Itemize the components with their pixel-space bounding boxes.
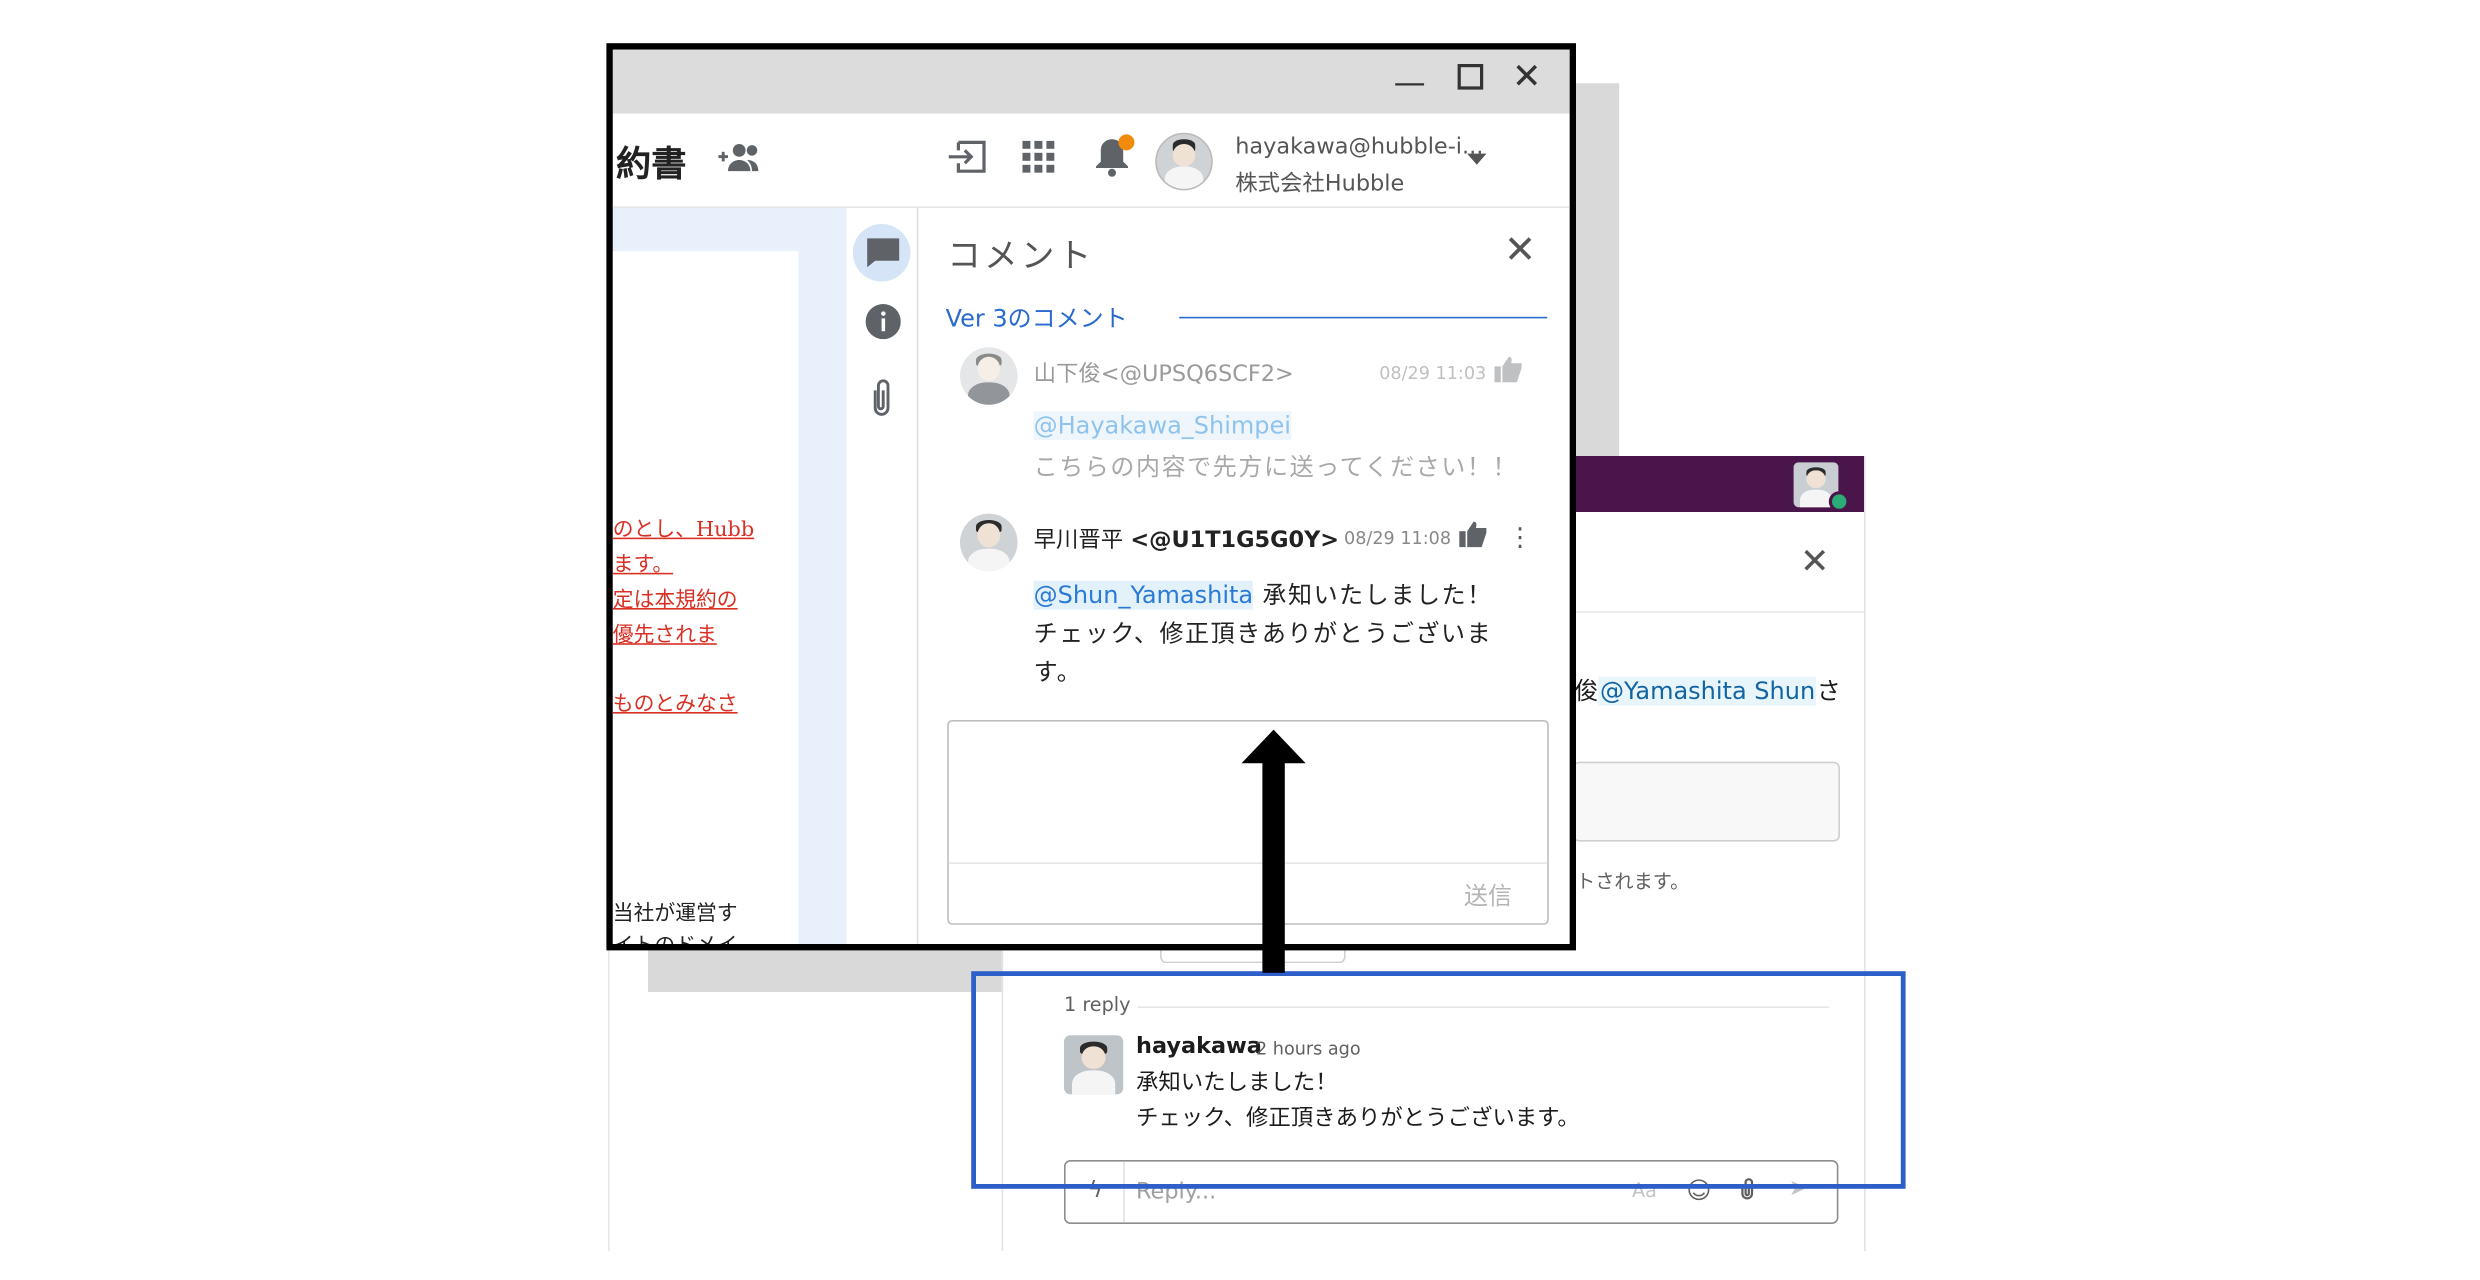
- user-organization: 株式会社Hubble: [1235, 171, 1405, 197]
- comment-text: @Shun_Yamashita 承知いたしました！: [1033, 578, 1493, 612]
- document-title: 約書: [616, 145, 687, 186]
- comment-timestamp: 08/29 11:08: [1344, 528, 1452, 549]
- slack-message-text: 俊 @Yamashita Shun さ: [1574, 674, 1841, 708]
- info-icon[interactable]: [865, 304, 901, 346]
- window-titlebar: — ✕: [612, 49, 1570, 114]
- comment-timestamp: 08/29 11:03: [1379, 363, 1487, 384]
- user-mention[interactable]: @Yamashita Shun: [1598, 677, 1817, 706]
- minimize-icon[interactable]: —: [1394, 62, 1426, 100]
- doc-text: イトのドメイ: [612, 934, 738, 951]
- side-icon-rail: [846, 208, 919, 945]
- message-prefix: 俊: [1574, 676, 1599, 706]
- user-mention[interactable]: @Shun_Yamashita: [1033, 581, 1254, 610]
- version-label[interactable]: Ver 3のコメント: [946, 301, 1128, 335]
- comment-mention-line: @Hayakawa_Shimpei: [1033, 411, 1291, 440]
- close-icon[interactable]: ✕: [1800, 543, 1830, 582]
- document-page: のとし、Hubb ます。 定は本規約の 優先されま ものとみなさ 当社が運営す …: [612, 251, 799, 951]
- share-note: トされます。: [1576, 870, 1690, 893]
- notification-dot: [1118, 134, 1135, 151]
- presence-indicator: [1828, 491, 1850, 512]
- comment-text: こちらの内容で先方に送ってください！！: [1033, 452, 1519, 482]
- author-name: 早川晋平: [1033, 528, 1124, 554]
- arrow-up-icon: [1241, 729, 1306, 764]
- thumbs-up-icon[interactable]: [1494, 356, 1523, 389]
- comment-text: す。: [1033, 657, 1083, 687]
- message-suffix: さ: [1816, 676, 1841, 706]
- arrow-shaft: [1262, 755, 1285, 973]
- chevron-down-icon[interactable]: [1467, 153, 1487, 165]
- doc-text-red[interactable]: 定は本規約の: [613, 582, 738, 613]
- doc-text-red[interactable]: 優先されま: [613, 618, 717, 648]
- shared-file-box[interactable]: [1572, 761, 1840, 842]
- comments-panel: コメント ✕ Ver 3のコメント 山下俊<@UPSQ6SCF2> 08/29 …: [918, 208, 1570, 945]
- document-canvas: のとし、Hubb ます。 定は本規約の 優先されま ものとみなさ 当社が運営す …: [612, 208, 847, 951]
- comment-author: 早川晋平 <@U1T1G5G0Y>: [1034, 523, 1339, 555]
- avatar[interactable]: [960, 513, 1018, 572]
- doc-text-red[interactable]: ます。: [613, 547, 673, 578]
- doc-text-red[interactable]: ものとみなさ: [613, 686, 738, 717]
- author-id: <@U1T1G5G0Y>: [1130, 528, 1340, 554]
- version-divider: [1179, 316, 1548, 319]
- user-mention[interactable]: @Hayakawa_Shimpei: [1033, 411, 1291, 440]
- highlight-frame: [971, 971, 1906, 1189]
- doc-text: 当社が運営す: [612, 902, 738, 927]
- apps-grid-icon[interactable]: [1022, 140, 1055, 179]
- avatar[interactable]: [960, 347, 1018, 405]
- comment-author: 山下俊<@UPSQ6SCF2>: [1033, 361, 1294, 388]
- user-email[interactable]: hayakawa@hubble-i...: [1235, 134, 1483, 160]
- import-icon[interactable]: [946, 138, 991, 183]
- avatar[interactable]: [1155, 132, 1213, 191]
- comment-text: チェック、修正頂きありがとうございま: [1033, 619, 1493, 648]
- comment-text-after-mention: 承知いたしました！: [1262, 580, 1493, 610]
- close-icon[interactable]: ✕: [1504, 227, 1536, 272]
- app-header: 約書 hayakawa@hubble-i... 株式会社Hubble: [612, 113, 1570, 208]
- panel-title: コメント: [947, 236, 1095, 276]
- app-window: — ✕ 約書 hayakawa@hubble-i... 株式会社Hubble の…: [606, 43, 1576, 951]
- composer-separator: [948, 862, 1548, 864]
- doc-text-red[interactable]: のとし、Hubb: [613, 512, 754, 542]
- window-close-icon[interactable]: ✕: [1512, 58, 1542, 98]
- maximize-icon[interactable]: [1457, 64, 1484, 90]
- more-vert-icon[interactable]: ⋮: [1507, 522, 1533, 552]
- send-button[interactable]: 送信: [1464, 878, 1512, 912]
- comment-icon[interactable]: [866, 237, 901, 275]
- group-add-icon[interactable]: [715, 142, 760, 177]
- thumbs-up-icon[interactable]: [1459, 521, 1488, 554]
- paperclip-icon[interactable]: [869, 378, 895, 426]
- background-edge: [608, 944, 610, 1252]
